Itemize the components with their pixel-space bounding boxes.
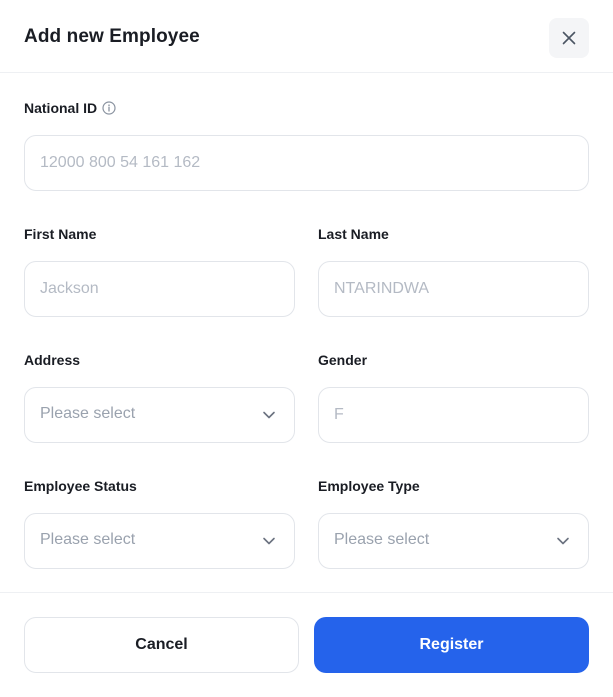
chevron-down-icon (263, 537, 275, 545)
national-id-label: National ID (24, 100, 116, 116)
cancel-button[interactable]: Cancel (24, 617, 299, 673)
gender-field[interactable] (318, 387, 589, 443)
last-name-label: Last Name (318, 226, 389, 242)
dialog-header: Add new Employee (0, 0, 613, 73)
employee-type-select-value: Please select (334, 531, 430, 548)
close-icon (562, 31, 576, 45)
address-select-value: Please select (40, 405, 136, 422)
national-id-input[interactable] (40, 136, 573, 190)
employee-status-select[interactable]: Please select (24, 513, 295, 569)
first-name-label: First Name (24, 226, 97, 242)
employee-status-select-value: Please select (40, 531, 136, 548)
address-select[interactable]: Please select (24, 387, 295, 443)
gender-input[interactable] (334, 388, 573, 442)
last-name-field[interactable] (318, 261, 589, 317)
close-button[interactable] (549, 18, 589, 58)
chevron-down-icon (263, 411, 275, 419)
footer-divider (0, 592, 613, 593)
register-button[interactable]: Register (314, 617, 589, 673)
first-name-field[interactable] (24, 261, 295, 317)
employee-type-select[interactable]: Please select (318, 513, 589, 569)
employee-type-label: Employee Type (318, 478, 420, 494)
national-id-label-text: National ID (24, 100, 98, 116)
first-name-input[interactable] (40, 262, 279, 316)
gender-label: Gender (318, 352, 368, 368)
dialog-title: Add new Employee (24, 26, 200, 47)
national-id-field[interactable] (24, 135, 589, 191)
last-name-input[interactable] (334, 262, 573, 316)
employee-status-label: Employee Status (24, 478, 137, 494)
address-label: Address (24, 352, 81, 368)
info-icon[interactable] (102, 101, 116, 115)
chevron-down-icon (557, 537, 569, 545)
